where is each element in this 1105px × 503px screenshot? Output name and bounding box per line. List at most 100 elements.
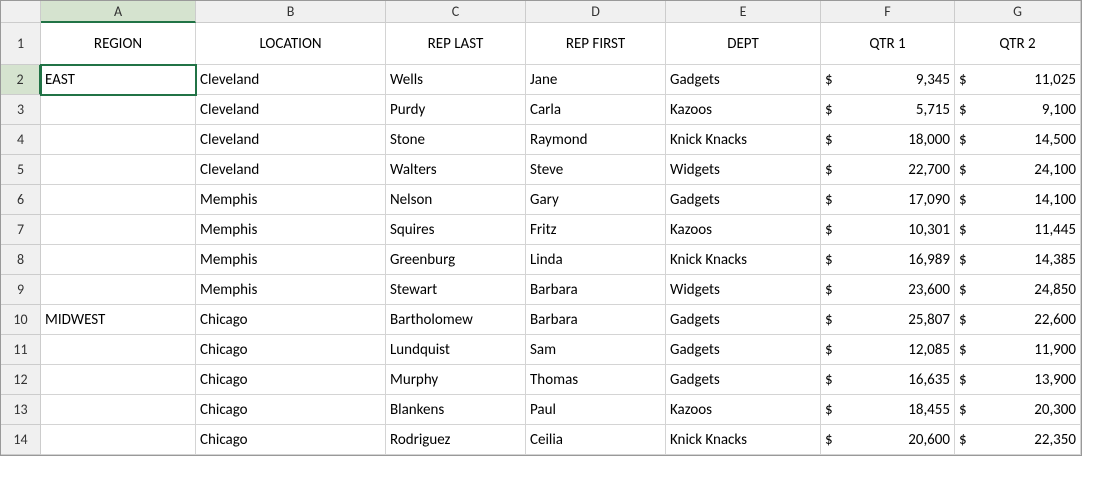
column-header-E[interactable]: E — [666, 1, 821, 23]
cell-rep-last[interactable]: Nelson — [386, 185, 526, 215]
cell-dept[interactable]: Gadgets — [666, 305, 821, 335]
cell-rep-first[interactable]: Carla — [526, 95, 666, 125]
cell-rep-first[interactable]: Linda — [526, 245, 666, 275]
cell-rep-first[interactable]: Ceilia — [526, 425, 666, 455]
cell-rep-last[interactable]: Murphy — [386, 365, 526, 395]
cell-rep-first[interactable]: Sam — [526, 335, 666, 365]
cell-qtr2[interactable]: $14,500 — [955, 125, 1081, 155]
header-location[interactable]: LOCATION — [196, 23, 386, 65]
cell-dept[interactable]: Widgets — [666, 155, 821, 185]
header-rep-first[interactable]: REP FIRST — [526, 23, 666, 65]
select-all-corner[interactable] — [1, 1, 41, 23]
cell-region[interactable] — [41, 245, 196, 275]
cell-qtr1[interactable]: $20,600 — [821, 425, 955, 455]
cell-qtr2[interactable]: $11,445 — [955, 215, 1081, 245]
row-header-3[interactable]: 3 — [1, 95, 41, 125]
cell-qtr1[interactable]: $16,989 — [821, 245, 955, 275]
column-header-G[interactable]: G — [955, 1, 1081, 23]
cell-region[interactable] — [41, 155, 196, 185]
header-qtr1[interactable]: QTR 1 — [821, 23, 955, 65]
cell-rep-last[interactable]: Squires — [386, 215, 526, 245]
cell-qtr2[interactable]: $20,300 — [955, 395, 1081, 425]
cell-qtr1[interactable]: $5,715 — [821, 95, 955, 125]
cell-rep-last[interactable]: Stone — [386, 125, 526, 155]
cell-region[interactable] — [41, 365, 196, 395]
cell-qtr1[interactable]: $18,455 — [821, 395, 955, 425]
row-header-12[interactable]: 12 — [1, 365, 41, 395]
header-rep-last[interactable]: REP LAST — [386, 23, 526, 65]
row-header-7[interactable]: 7 — [1, 215, 41, 245]
cell-region[interactable] — [41, 335, 196, 365]
cell-location[interactable]: Cleveland — [196, 155, 386, 185]
cell-rep-first[interactable]: Fritz — [526, 215, 666, 245]
cell-dept[interactable]: Widgets — [666, 275, 821, 305]
row-header-6[interactable]: 6 — [1, 185, 41, 215]
cell-location[interactable]: Memphis — [196, 245, 386, 275]
cell-region[interactable]: EAST — [41, 65, 196, 95]
cell-location[interactable]: Cleveland — [196, 95, 386, 125]
cell-qtr2[interactable]: $14,385 — [955, 245, 1081, 275]
cell-qtr2[interactable]: $22,350 — [955, 425, 1081, 455]
cell-dept[interactable]: Gadgets — [666, 65, 821, 95]
cell-dept[interactable]: Kazoos — [666, 395, 821, 425]
row-header-2[interactable]: 2 — [1, 65, 41, 95]
row-header-9[interactable]: 9 — [1, 275, 41, 305]
column-header-F[interactable]: F — [821, 1, 955, 23]
cell-region[interactable] — [41, 215, 196, 245]
cell-region[interactable] — [41, 425, 196, 455]
column-header-B[interactable]: B — [196, 1, 386, 23]
header-dept[interactable]: DEPT — [666, 23, 821, 65]
cell-dept[interactable]: Knick Knacks — [666, 125, 821, 155]
cell-rep-first[interactable]: Barbara — [526, 275, 666, 305]
cell-dept[interactable]: Gadgets — [666, 365, 821, 395]
cell-qtr2[interactable]: $22,600 — [955, 305, 1081, 335]
cell-dept[interactable]: Kazoos — [666, 215, 821, 245]
cell-dept[interactable]: Knick Knacks — [666, 425, 821, 455]
cell-region[interactable] — [41, 275, 196, 305]
cell-location[interactable]: Chicago — [196, 425, 386, 455]
cell-location[interactable]: Chicago — [196, 305, 386, 335]
cell-rep-last[interactable]: Lundquist — [386, 335, 526, 365]
cell-region[interactable] — [41, 125, 196, 155]
cell-rep-last[interactable]: Blankens — [386, 395, 526, 425]
row-header-1[interactable]: 1 — [1, 23, 41, 65]
cell-region[interactable] — [41, 95, 196, 125]
cell-qtr1[interactable]: $17,090 — [821, 185, 955, 215]
cell-location[interactable]: Cleveland — [196, 125, 386, 155]
cell-rep-first[interactable]: Barbara — [526, 305, 666, 335]
header-region[interactable]: REGION — [41, 23, 196, 65]
cell-rep-last[interactable]: Greenburg — [386, 245, 526, 275]
cell-dept[interactable]: Kazoos — [666, 95, 821, 125]
cell-dept[interactable]: Gadgets — [666, 185, 821, 215]
row-header-4[interactable]: 4 — [1, 125, 41, 155]
cell-qtr1[interactable]: $9,345 — [821, 65, 955, 95]
header-qtr2[interactable]: QTR 2 — [955, 23, 1081, 65]
row-header-11[interactable]: 11 — [1, 335, 41, 365]
cell-rep-last[interactable]: Stewart — [386, 275, 526, 305]
cell-rep-first[interactable]: Raymond — [526, 125, 666, 155]
cell-location[interactable]: Memphis — [196, 215, 386, 245]
row-header-14[interactable]: 14 — [1, 425, 41, 455]
cell-location[interactable]: Chicago — [196, 365, 386, 395]
column-header-D[interactable]: D — [526, 1, 666, 23]
cell-rep-first[interactable]: Paul — [526, 395, 666, 425]
cell-dept[interactable]: Knick Knacks — [666, 245, 821, 275]
cell-region[interactable] — [41, 185, 196, 215]
cell-region[interactable] — [41, 395, 196, 425]
cell-rep-last[interactable]: Rodriguez — [386, 425, 526, 455]
cell-rep-last[interactable]: Purdy — [386, 95, 526, 125]
cell-qtr2[interactable]: $9,100 — [955, 95, 1081, 125]
cell-location[interactable]: Cleveland — [196, 65, 386, 95]
row-header-5[interactable]: 5 — [1, 155, 41, 185]
cell-rep-last[interactable]: Wells — [386, 65, 526, 95]
cell-rep-last[interactable]: Bartholomew — [386, 305, 526, 335]
row-header-8[interactable]: 8 — [1, 245, 41, 275]
column-header-A[interactable]: A — [41, 1, 196, 23]
cell-qtr2[interactable]: $11,025 — [955, 65, 1081, 95]
cell-qtr1[interactable]: $18,000 — [821, 125, 955, 155]
cell-rep-first[interactable]: Jane — [526, 65, 666, 95]
cell-location[interactable]: Memphis — [196, 185, 386, 215]
column-header-C[interactable]: C — [386, 1, 526, 23]
cell-qtr2[interactable]: $24,850 — [955, 275, 1081, 305]
row-header-10[interactable]: 10 — [1, 305, 41, 335]
